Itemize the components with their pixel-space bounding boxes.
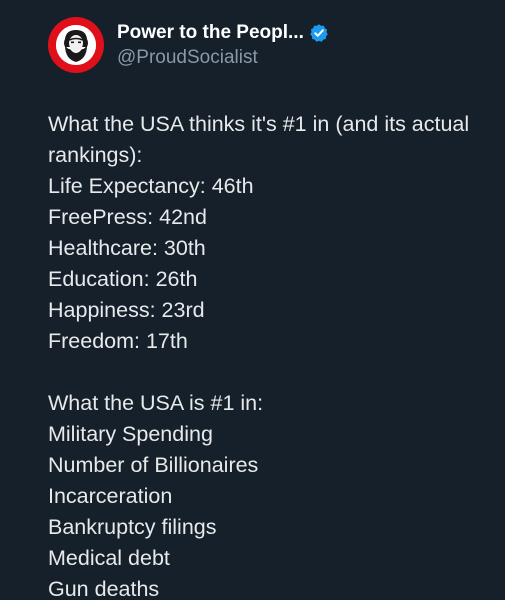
number-one-item: Medical debt [48,546,170,570]
verified-badge-icon [309,23,329,43]
ranking-item: Happiness: 23rd [48,298,205,322]
post-header: Power to the Peopl... @ProudSocialist [48,16,329,74]
number-one-item: Bankruptcy filings [48,515,217,539]
ranking-item: Life Expectancy: 46th [48,174,254,198]
post-body: What the USA thinks it's #1 in (and its … [48,109,488,600]
number-one-item: Number of Billionaires [48,453,259,477]
number-one-item: Military Spending [48,422,213,446]
ranking-item: Education: 26th [48,267,198,291]
user-handle[interactable]: @ProudSocialist [117,47,329,69]
ranking-item: Freedom: 17th [48,329,188,353]
portrait-icon [56,25,96,65]
name-row: Power to the Peopl... [117,21,329,45]
avatar[interactable] [48,17,104,73]
display-name[interactable]: Power to the Peopl... [117,22,304,44]
section-heading-number-one: What the USA is #1 in: [48,391,264,415]
number-one-item: Incarceration [48,484,173,508]
author-info: Power to the Peopl... @ProudSocialist [117,21,329,69]
number-one-item: Gun deaths [48,577,160,600]
ranking-item: FreePress: 42nd [48,205,207,229]
ranking-item: Healthcare: 30th [48,236,206,260]
section-heading-rankings: What the USA thinks it's #1 in (and its … [48,112,470,167]
